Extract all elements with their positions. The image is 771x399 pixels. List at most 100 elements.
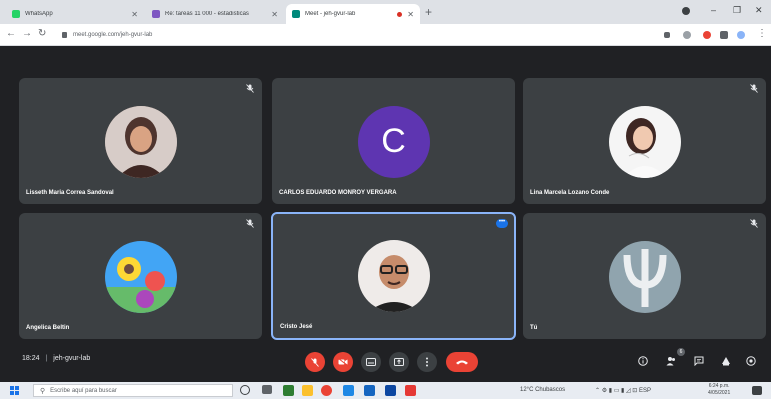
search-icon: ⚲ [40, 387, 46, 395]
tab-meet[interactable]: Meet - jeh-gvur-lab ✕ [286, 4, 420, 24]
close-tab-icon[interactable]: ✕ [271, 10, 278, 19]
tab-whatsapp[interactable]: WhatsApp ✕ [6, 4, 144, 24]
tab-title: Re: tareas 11 000 - estadisticas [165, 11, 249, 17]
new-tab-button[interactable]: + [425, 5, 432, 19]
store-icon[interactable] [343, 385, 354, 396]
close-window-icon[interactable]: ✕ [755, 5, 763, 16]
word-icon[interactable] [364, 385, 375, 396]
present-screen-icon [394, 358, 404, 366]
participant-name: Lisseth Maria Correa Sandoval [26, 190, 114, 196]
present-screen-button[interactable] [389, 352, 409, 372]
info-icon[interactable] [638, 356, 648, 366]
participant-photo [104, 240, 177, 313]
profile-icon[interactable] [682, 7, 690, 15]
participant-name: Lina Marcela Lozano Conde [530, 190, 610, 196]
forward-icon[interactable]: → [22, 28, 32, 40]
close-tab-icon[interactable]: ✕ [407, 10, 414, 19]
lock-icon [62, 31, 67, 38]
search-placeholder: Escribe aquí para buscar [50, 387, 117, 394]
close-tab-icon[interactable]: ✕ [131, 10, 138, 19]
avatar-letter: C [357, 105, 430, 178]
address-text: meet.google.com/jeh-gvur-lab [73, 31, 153, 38]
taskbar-search-box[interactable]: ⚲ Escribe aquí para buscar [33, 384, 233, 397]
activities-icon[interactable] [721, 356, 731, 366]
browser-menu-icon[interactable]: ⋮ [757, 28, 767, 40]
whatsapp-icon [12, 10, 20, 18]
more-options-button[interactable] [417, 352, 437, 372]
chat-icon[interactable] [694, 356, 704, 366]
participant-name: CARLOS EDUARDO MONROY VERGARA [279, 190, 397, 196]
participant-photo [357, 240, 430, 313]
meet-controls-bar: 18:24 | jeh-gvur-lab 6 [0, 346, 771, 376]
meeting-code: jeh-gvur-lab [53, 355, 91, 362]
participant-photo [608, 105, 681, 178]
captions-icon [366, 358, 376, 366]
participant-tile[interactable]: Lina Marcela Lozano Conde [523, 78, 766, 204]
windows-start-icon[interactable] [10, 386, 19, 395]
cortana-icon[interactable] [240, 385, 250, 395]
host-controls-icon[interactable] [746, 356, 756, 366]
participant-tile[interactable]: C CARLOS EDUARDO MONROY VERGARA [272, 78, 515, 204]
profile-avatar-icon[interactable] [737, 31, 745, 39]
tray-icons[interactable]: ⌃ ⚙ ▮ ▭ ▮ ◿ ⊡ ESP [595, 387, 651, 394]
edge-icon[interactable] [283, 385, 294, 396]
extensions-puzzle-icon[interactable] [720, 31, 728, 39]
email-icon [152, 10, 160, 18]
meeting-info: 18:24 | jeh-gvur-lab [22, 355, 90, 362]
taskbar-clock[interactable]: 6:24 p.m. 4/05/2021 [708, 383, 730, 397]
participant-name: Tú [530, 325, 538, 331]
mic-off-icon [750, 84, 758, 93]
participant-name: Angelica Beltin [26, 325, 70, 331]
meet-icon [292, 10, 300, 18]
participant-tile[interactable]: Angelica Beltin [19, 213, 262, 339]
task-view-icon[interactable] [262, 385, 272, 394]
participant-count-badge: 6 [677, 348, 685, 356]
avatar [357, 240, 430, 313]
tab-email[interactable]: Re: tareas 11 000 - estadisticas ✕ [146, 4, 284, 24]
mic-off-icon [311, 357, 319, 367]
windows-taskbar: ⚲ Escribe aquí para buscar 12°C Chubasco… [0, 382, 771, 399]
bookmark-star-icon[interactable] [683, 31, 691, 39]
avatar [104, 240, 177, 313]
mic-off-icon [246, 219, 254, 228]
participant-tile[interactable]: Lisseth Maria Correa Sandoval [19, 78, 262, 204]
maximize-icon[interactable]: ❐ [733, 5, 741, 16]
extension-icon[interactable] [703, 31, 711, 39]
more-options-icon[interactable]: ••• [496, 219, 508, 228]
mail-icon[interactable] [385, 385, 396, 396]
captions-button[interactable] [361, 352, 381, 372]
chrome-icon[interactable] [321, 385, 332, 396]
participant-name: Cristo Jesé [280, 324, 313, 330]
avatar [608, 240, 681, 313]
tab-title: WhatsApp [25, 11, 53, 17]
back-icon[interactable]: ← [6, 28, 16, 40]
recording-dot-icon [397, 11, 403, 17]
address-bar[interactable]: meet.google.com/jeh-gvur-lab [62, 27, 652, 42]
participant-tile-self[interactable]: Tú [523, 213, 766, 339]
avatar [608, 105, 681, 178]
camera-off-icon [338, 358, 348, 366]
weather-widget[interactable]: 12°C Chubascos [520, 387, 565, 393]
meet-stage: Lisseth Maria Correa Sandoval C CARLOS E… [0, 47, 771, 375]
file-explorer-icon[interactable] [302, 385, 313, 396]
participant-tile-active-speaker[interactable]: Cristo Jesé ••• [271, 212, 516, 340]
notifications-icon[interactable] [752, 386, 762, 395]
powerpoint-icon[interactable] [405, 385, 416, 396]
separator: | [45, 355, 48, 362]
camera-indicator-icon[interactable] [664, 32, 670, 38]
toggle-camera-button[interactable] [333, 352, 353, 372]
mic-off-icon [750, 219, 758, 228]
browser-tab-strip: WhatsApp ✕ Re: tareas 11 000 - estadisti… [0, 0, 771, 24]
reload-icon[interactable]: ↻ [38, 28, 46, 40]
clock-date: 4/05/2021 [708, 390, 731, 396]
avatar [104, 105, 177, 178]
leave-call-button[interactable] [446, 352, 478, 372]
toggle-mic-button[interactable] [305, 352, 325, 372]
psi-logo-photo [608, 240, 681, 313]
minimize-icon[interactable]: – [711, 5, 716, 15]
people-icon[interactable] [666, 356, 676, 366]
clock-time: 6:24 p.m. [708, 383, 730, 389]
hang-up-icon [456, 360, 468, 365]
more-vert-icon [426, 357, 428, 367]
mic-off-icon [246, 84, 254, 93]
